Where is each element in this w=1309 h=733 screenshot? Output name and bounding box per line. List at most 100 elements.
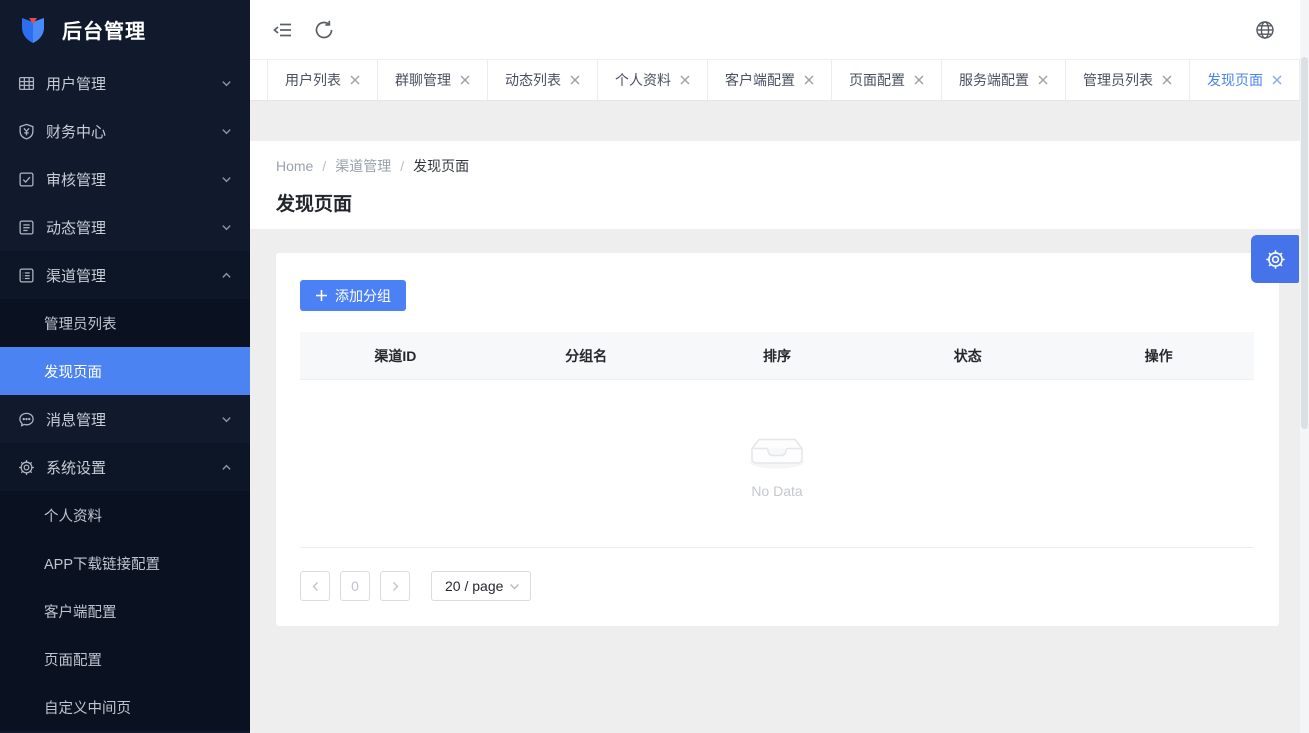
chevron-down-icon <box>509 581 520 592</box>
chevron-left-icon <box>310 581 321 592</box>
tab-label: 页面配置 <box>849 70 905 90</box>
tab-label: 用户列表 <box>285 70 341 90</box>
tab-label: 发现页面 <box>1207 70 1263 90</box>
tab-page-config[interactable]: 页面配置 <box>832 60 942 100</box>
sidebar-item-label: 渠道管理 <box>46 265 221 286</box>
feed-icon <box>18 219 35 236</box>
sidebar-item-user-mgmt[interactable]: 用户管理 <box>0 59 250 107</box>
tab-discover-page[interactable]: 发现页面 <box>1190 60 1300 100</box>
pagination-page-number[interactable]: 0 <box>340 571 370 601</box>
sidebar-subitem-app-download-config[interactable]: APP下载链接配置 <box>0 539 250 587</box>
theme-settings-button[interactable] <box>1251 235 1299 283</box>
close-icon[interactable] <box>1162 75 1172 85</box>
plus-icon <box>315 289 328 302</box>
close-icon[interactable] <box>804 75 814 85</box>
tab-label: 群聊管理 <box>395 70 451 90</box>
empty-box-icon <box>745 428 809 470</box>
sidebar-menu: 用户管理 财务中心 审核管理 动态管理 渠道管理 管理员列表 发现页面 <box>0 59 250 731</box>
sidebar-item-label: 财务中心 <box>46 121 221 142</box>
sidebar-subitem-label: 个人资料 <box>44 505 102 526</box>
chevron-down-icon <box>221 174 232 185</box>
sidebar: 后台管理 用户管理 财务中心 审核管理 动态管理 渠道管理 <box>0 0 250 733</box>
refresh-icon[interactable] <box>313 19 335 41</box>
tab-label: 管理员列表 <box>1083 70 1153 90</box>
data-table: 渠道ID 分组名 排序 状态 操作 No Data <box>300 332 1254 548</box>
chevron-up-icon <box>221 270 232 281</box>
tab-admin-list[interactable]: 管理员列表 <box>1066 60 1190 100</box>
close-icon[interactable] <box>350 75 360 85</box>
close-icon[interactable] <box>914 75 924 85</box>
sidebar-item-feed-mgmt[interactable]: 动态管理 <box>0 203 250 251</box>
sidebar-subitem-label: 管理员列表 <box>44 313 117 334</box>
tab-client-config[interactable]: 客户端配置 <box>708 60 832 100</box>
close-icon[interactable] <box>680 75 690 85</box>
page-number-value: 0 <box>351 578 359 594</box>
grid-icon <box>18 75 35 92</box>
sidebar-item-audit-mgmt[interactable]: 审核管理 <box>0 155 250 203</box>
app-logo-row: 后台管理 <box>0 0 250 59</box>
app-logo-icon <box>18 15 48 45</box>
sidebar-subitem-label: 自定义中间页 <box>44 697 131 718</box>
gear-icon <box>1265 249 1286 270</box>
language-globe-icon[interactable] <box>1255 20 1275 40</box>
sidebar-subitem-discover-page[interactable]: 发现页面 <box>0 347 250 395</box>
sidebar-item-label: 系统设置 <box>46 457 221 478</box>
sidebar-subitem-label: 发现页面 <box>44 361 102 382</box>
breadcrumb-channel-mgmt[interactable]: 渠道管理 <box>335 156 391 176</box>
top-header <box>250 0 1309 60</box>
close-icon[interactable] <box>1038 75 1048 85</box>
page-size-select[interactable]: 20 / page <box>431 571 531 601</box>
empty-state-text: No Data <box>751 483 802 499</box>
pagination-prev-button[interactable] <box>300 571 330 601</box>
close-icon[interactable] <box>460 75 470 85</box>
chevron-down-icon <box>221 126 232 137</box>
message-icon <box>18 411 35 428</box>
sidebar-subitem-custom-landing[interactable]: 自定义中间页 <box>0 683 250 731</box>
tab-group-chat-mgmt[interactable]: 群聊管理 <box>378 60 488 100</box>
column-header-sort: 排序 <box>682 332 873 379</box>
finance-icon <box>18 123 35 140</box>
gear-icon <box>18 459 35 476</box>
sidebar-item-channel-mgmt[interactable]: 渠道管理 <box>0 251 250 299</box>
column-header-status: 状态 <box>872 332 1063 379</box>
sidebar-item-message-mgmt[interactable]: 消息管理 <box>0 395 250 443</box>
page-head: Home / 渠道管理 / 发现页面 发现页面 <box>250 141 1309 229</box>
sidebar-item-finance-center[interactable]: 财务中心 <box>0 107 250 155</box>
sidebar-subitem-page-config[interactable]: 页面配置 <box>0 635 250 683</box>
close-icon[interactable] <box>1272 75 1282 85</box>
sidebar-item-system-settings[interactable]: 系统设置 <box>0 443 250 491</box>
add-group-label: 添加分组 <box>335 286 391 306</box>
collapse-sidebar-icon[interactable] <box>272 19 294 41</box>
audit-icon <box>18 171 35 188</box>
vertical-scrollbar-track <box>1300 0 1309 733</box>
tab-profile[interactable]: 个人资料 <box>598 60 708 100</box>
add-group-button[interactable]: 添加分组 <box>300 280 406 311</box>
tab-label: 个人资料 <box>615 70 671 90</box>
sidebar-subitem-admin-list[interactable]: 管理员列表 <box>0 299 250 347</box>
breadcrumb: Home / 渠道管理 / 发现页面 <box>276 156 1309 176</box>
tab-user-list[interactable]: 用户列表 <box>267 60 378 100</box>
chevron-down-icon <box>221 222 232 233</box>
main-area: 用户列表 群聊管理 动态列表 个人资料 客户端配置 页面配置 服务端配置 管理 <box>250 0 1309 733</box>
breadcrumb-home[interactable]: Home <box>276 158 313 174</box>
tab-feed-list[interactable]: 动态列表 <box>488 60 598 100</box>
tab-label: 动态列表 <box>505 70 561 90</box>
chevron-up-icon <box>221 462 232 473</box>
page-size-value: 20 / page <box>445 578 503 594</box>
chevron-right-icon <box>390 581 401 592</box>
sidebar-subitem-profile[interactable]: 个人资料 <box>0 491 250 539</box>
tab-label: 服务端配置 <box>959 70 1029 90</box>
vertical-scrollbar-thumb[interactable] <box>1301 57 1308 429</box>
close-icon[interactable] <box>570 75 580 85</box>
pagination-next-button[interactable] <box>380 571 410 601</box>
sidebar-item-label: 审核管理 <box>46 169 221 190</box>
chevron-down-icon <box>221 78 232 89</box>
column-header-channel-id: 渠道ID <box>300 332 491 379</box>
tab-bar: 用户列表 群聊管理 动态列表 个人资料 客户端配置 页面配置 服务端配置 管理 <box>250 60 1309 101</box>
breadcrumb-separator: / <box>322 158 326 174</box>
tab-server-config[interactable]: 服务端配置 <box>942 60 1066 100</box>
sidebar-subitem-label: APP下载链接配置 <box>44 553 160 574</box>
sidebar-item-label: 消息管理 <box>46 409 221 430</box>
sidebar-subitem-label: 客户端配置 <box>44 601 117 622</box>
sidebar-subitem-client-config[interactable]: 客户端配置 <box>0 587 250 635</box>
